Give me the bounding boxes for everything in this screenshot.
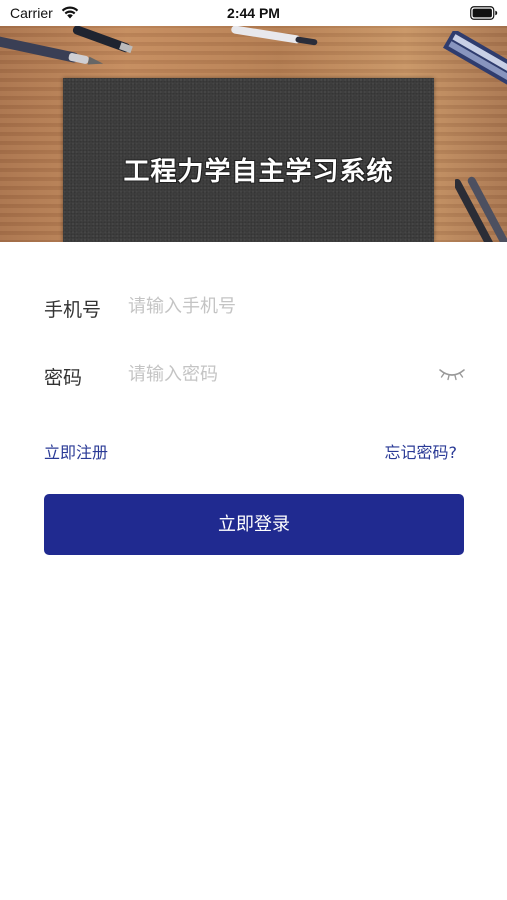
forgot-password-link[interactable]: 忘记密码? (385, 439, 458, 463)
battery-icon (470, 6, 498, 20)
header-banner: 工程力学自主学习系统 (0, 26, 507, 242)
register-link[interactable]: 立即注册 (44, 439, 108, 463)
pen-top-image (231, 26, 318, 46)
phone-input[interactable] (128, 289, 428, 323)
phone-row: 手机号 (44, 287, 464, 327)
login-button[interactable]: 立即登录 (44, 494, 464, 555)
password-row: 密码 (44, 355, 466, 395)
eye-closed-icon[interactable] (438, 365, 466, 383)
pencil-case-image (443, 31, 507, 93)
phone-label: 手机号 (44, 299, 102, 321)
app-title: 工程力学自主学习系统 (123, 157, 394, 187)
password-label: 密码 (44, 367, 83, 389)
status-time: 2:44 PM (227, 5, 280, 21)
password-input[interactable] (128, 357, 428, 391)
status-bar: Carrier 2:44 PM (0, 0, 507, 26)
